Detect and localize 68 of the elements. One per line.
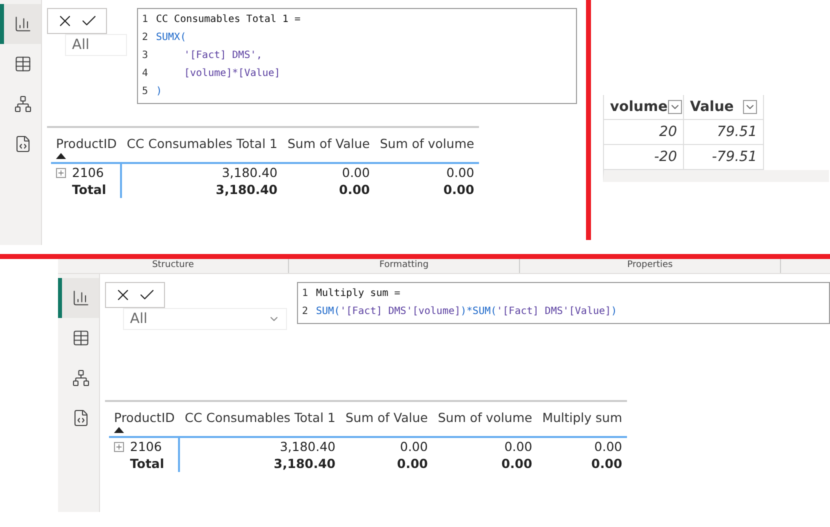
table-cell-text: 0.00 — [341, 164, 371, 181]
table-cell-text: 0.00 — [442, 181, 476, 198]
cell-text: Total — [130, 456, 164, 471]
cell-text: 2106 — [72, 165, 104, 180]
table-cell: -79.51 — [684, 145, 764, 170]
table-cell: 79.51 — [684, 120, 764, 145]
expand-icon[interactable] — [56, 168, 66, 178]
file-icon — [72, 409, 90, 427]
bar-chart-icon — [72, 289, 90, 307]
expand-icon[interactable] — [114, 442, 124, 452]
table-cell-text: 0.00 — [500, 455, 534, 472]
column-header[interactable]: Value — [684, 95, 764, 120]
report-view-button[interactable] — [0, 4, 41, 44]
code-line: SUM('[Fact] DMS'[volume])*SUM('[Fact] DMS'[Value]) — [316, 305, 618, 319]
filter-dropdown[interactable]: All — [123, 308, 287, 330]
code-line: '[Fact] DMS', — [183, 49, 262, 63]
line-number: 2 — [302, 305, 310, 319]
table-cell-text: 0.00 — [590, 455, 624, 472]
code-line: [volume]*[Value] — [183, 67, 280, 81]
column-header[interactable]: Sum of volume — [374, 136, 480, 164]
diagram-icon — [14, 95, 32, 113]
code-line: SUMX( — [156, 31, 186, 45]
ribbon-section-label: Properties — [520, 259, 781, 273]
line-number: 1 — [142, 13, 150, 27]
column-header[interactable]: volume — [604, 95, 684, 120]
table-cell-text: 0.00 — [396, 455, 429, 472]
column-header[interactable]: Sum of Value — [282, 136, 375, 164]
table-cell: -20 — [604, 145, 684, 170]
table-cell-text: 0.00 — [503, 438, 534, 455]
column-header[interactable]: Sum of Value — [340, 410, 433, 438]
column-header[interactable]: Multiply sum — [537, 410, 628, 438]
code-line: Multiply sum = — [316, 287, 400, 301]
filter-dropdown[interactable]: All — [65, 34, 127, 56]
line-number: 4 — [142, 67, 150, 81]
column-header[interactable]: CC Consumables Total 1 — [180, 410, 340, 438]
table-cell-text: 3,180.40 — [214, 181, 278, 198]
ribbon-section-label: Formatting — [289, 259, 520, 273]
table-cell-text: 0.00 — [445, 164, 476, 181]
column-header[interactable]: ProductID — [109, 410, 180, 438]
table-cell: 20 — [604, 120, 684, 145]
report-view-button[interactable] — [58, 278, 99, 318]
code-line: CC Consumables Total 1 = — [156, 13, 300, 27]
formula-editor[interactable]: 1 Multiply sum = 2 SUM('[Fact] DMS'[volume])*SUM('[Fact] DMS'[Value]) — [297, 282, 830, 324]
diagram-icon — [72, 369, 90, 387]
table-icon — [14, 55, 32, 73]
filter-button[interactable] — [743, 100, 757, 114]
table-cell-text: 0.00 — [593, 438, 624, 455]
column-header[interactable]: Sum of volume — [432, 410, 538, 438]
table-cell-text: 3,180.40 — [272, 455, 336, 472]
line-number: 1 — [302, 287, 310, 301]
table-cell-text: 3,180.40 — [220, 164, 278, 181]
table-cell-text: 0.00 — [338, 181, 371, 198]
line-number: 2 — [142, 31, 150, 45]
table-cell-text: 0.00 — [399, 438, 429, 455]
formula-editor[interactable]: 1 CC Consumables Total 1 = 2 SUMX( 3 '[Fact] DMS', 4 [volume]*[Value] 5 ) — [137, 8, 577, 104]
table-cell-text: 3,180.40 — [278, 438, 336, 455]
filter-button[interactable] — [668, 100, 682, 114]
line-number: 5 — [142, 85, 150, 99]
cell-text: Total — [72, 182, 106, 197]
cell-text: 2106 — [130, 439, 162, 454]
column-header[interactable]: CC Consumables Total 1 — [122, 136, 282, 164]
bar-chart-icon — [14, 15, 32, 33]
table-icon — [72, 329, 90, 347]
column-header[interactable]: ProductID — [51, 136, 122, 164]
code-line: ) — [156, 85, 162, 99]
line-number: 3 — [142, 49, 150, 63]
ribbon-section-label: Structure — [58, 259, 289, 273]
file-icon — [14, 135, 32, 153]
